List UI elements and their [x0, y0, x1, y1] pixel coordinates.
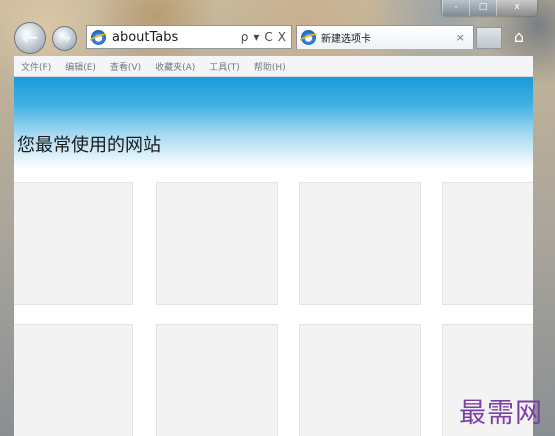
site-tile[interactable]: [299, 182, 421, 305]
close-window-button[interactable]: x: [496, 0, 537, 16]
back-button[interactable]: ←: [14, 22, 46, 54]
site-tile[interactable]: [442, 182, 533, 305]
watermark-text: 最需网: [459, 398, 543, 429]
dropdown-icon[interactable]: ▾: [253, 30, 259, 44]
menu-help[interactable]: 帮助(H): [247, 60, 293, 73]
search-icon[interactable]: ρ: [241, 30, 249, 44]
back-arrow-icon: ←: [21, 25, 39, 49]
menu-view[interactable]: 查看(V): [103, 60, 148, 73]
tab-new-tab[interactable]: 新建选项卡 ×: [296, 25, 474, 49]
address-input[interactable]: aboutTabs: [112, 30, 241, 45]
site-tile[interactable]: [299, 324, 421, 436]
page-content: 您最常使用的网站: [14, 77, 533, 436]
tab-label: 新建选项卡: [321, 34, 371, 45]
site-tile[interactable]: [156, 324, 278, 436]
tab-close-icon[interactable]: ×: [456, 31, 465, 44]
forward-arrow-icon: →: [58, 29, 71, 47]
menu-bar: 文件(F) 编辑(E) 查看(V) 收藏夹(A) 工具(T) 帮助(H): [14, 56, 533, 77]
site-tile[interactable]: [14, 324, 133, 436]
page-heading: 您最常使用的网站: [17, 135, 161, 156]
maximize-button[interactable]: □: [469, 0, 496, 16]
site-tile[interactable]: [156, 182, 278, 305]
minimize-button[interactable]: -: [442, 0, 469, 16]
refresh-icon[interactable]: C: [264, 30, 272, 44]
home-icon: ⌂: [513, 27, 525, 46]
menu-favorites[interactable]: 收藏夹(A): [148, 60, 202, 73]
menu-edit[interactable]: 编辑(E): [58, 60, 103, 73]
ie-page-icon: [91, 29, 106, 45]
menu-file[interactable]: 文件(F): [14, 60, 58, 73]
home-button[interactable]: ⌂: [506, 25, 532, 49]
new-tab-button[interactable]: [476, 27, 502, 49]
ie-tab-icon: [301, 30, 316, 45]
stop-icon[interactable]: X: [278, 30, 286, 44]
forward-button[interactable]: →: [52, 26, 77, 51]
site-tile[interactable]: [14, 182, 133, 305]
window-caption-buttons: - □ x: [442, 0, 537, 16]
menu-tools[interactable]: 工具(T): [202, 60, 247, 73]
address-bar[interactable]: aboutTabs ρ ▾ C X: [86, 25, 292, 49]
